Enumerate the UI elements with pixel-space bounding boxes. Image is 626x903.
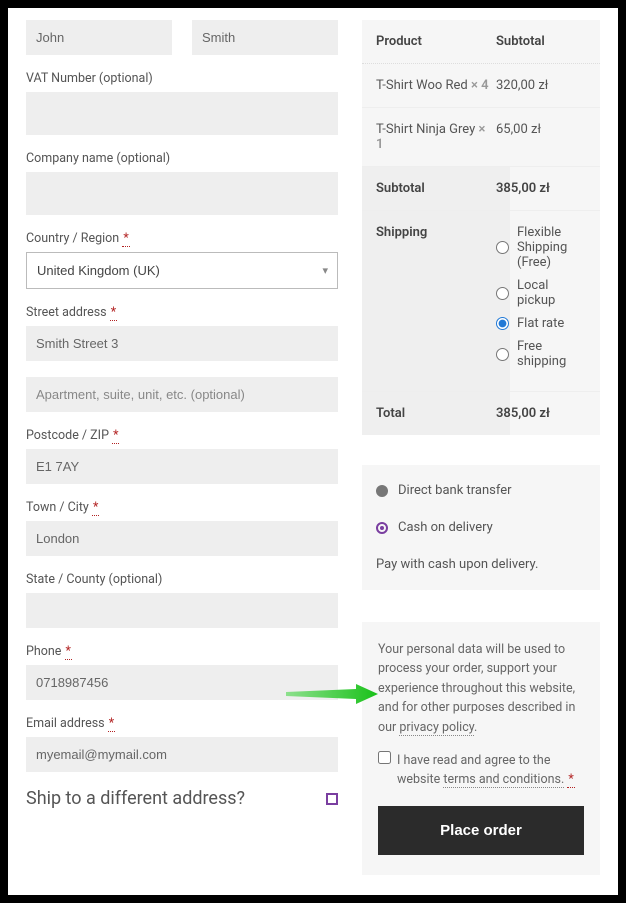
country-select[interactable]: United Kingdom (UK)	[26, 252, 338, 289]
shipping-option[interactable]: Flexible Shipping (Free)	[496, 225, 586, 270]
email-label: Email address *	[26, 716, 338, 731]
last-name-field[interactable]	[192, 20, 338, 55]
shipping-label: Shipping	[362, 211, 510, 391]
product-header: Product	[376, 34, 496, 49]
payment-description: Pay with cash upon delivery.	[376, 557, 586, 572]
ship-diff-label: Ship to a different address?	[26, 788, 245, 809]
place-order-button[interactable]: Place order	[378, 806, 584, 855]
company-field[interactable]	[26, 172, 338, 215]
payment-bank-transfer[interactable]: Direct bank transfer	[376, 483, 586, 498]
radio-icon	[376, 522, 388, 534]
product-name: T-Shirt Ninja Grey	[376, 122, 475, 137]
state-label: State / County (optional)	[26, 572, 338, 587]
product-qty: × 4	[471, 78, 489, 93]
product-subtotal: 320,00 zł	[496, 78, 586, 93]
first-name-field[interactable]	[26, 20, 172, 55]
shipping-option[interactable]: Local pickup	[496, 278, 586, 308]
postcode-field[interactable]	[26, 449, 338, 484]
country-label: Country / Region *	[26, 231, 338, 246]
street-field[interactable]	[26, 326, 338, 361]
required-mark: *	[108, 716, 115, 732]
required-mark: *	[92, 500, 99, 516]
total-value: 385,00 zł	[496, 406, 586, 421]
ship-diff-checkbox[interactable]	[326, 793, 338, 805]
phone-field[interactable]	[26, 665, 338, 700]
terms-text: I have read and agree to the website ter…	[397, 751, 584, 790]
state-field[interactable]	[26, 593, 338, 628]
shipping-option[interactable]: Flat rate	[496, 316, 586, 331]
product-name: T-Shirt Woo Red	[376, 78, 468, 93]
payment-cash-on-delivery[interactable]: Cash on delivery	[376, 520, 586, 535]
vat-label: VAT Number (optional)	[26, 71, 338, 86]
privacy-text: Your personal data will be used to proce…	[378, 640, 584, 737]
company-label: Company name (optional)	[26, 151, 338, 166]
privacy-policy-link[interactable]: privacy policy	[399, 720, 474, 736]
total-label: Total	[362, 392, 510, 435]
city-field[interactable]	[26, 521, 338, 556]
subtotal-label: Subtotal	[362, 167, 510, 210]
subtotal-header: Subtotal	[496, 34, 586, 49]
product-subtotal: 65,00 zł	[496, 122, 586, 152]
subtotal-value: 385,00 zł	[496, 181, 586, 196]
terms-checkbox[interactable]	[378, 751, 391, 764]
postcode-label: Postcode / ZIP *	[26, 428, 338, 443]
street2-field[interactable]	[26, 377, 338, 412]
required-mark: *	[110, 305, 117, 321]
phone-label: Phone *	[26, 644, 338, 659]
shipping-option[interactable]: Free shipping	[496, 339, 586, 369]
radio-icon	[376, 485, 388, 497]
vat-field[interactable]	[26, 92, 338, 135]
city-label: Town / City *	[26, 500, 338, 515]
street-label: Street address *	[26, 305, 338, 320]
email-field[interactable]	[26, 737, 338, 772]
terms-link[interactable]: terms and conditions.	[443, 772, 564, 788]
required-mark: *	[567, 772, 574, 788]
required-mark: *	[112, 428, 119, 444]
required-mark: *	[65, 644, 72, 660]
required-mark: *	[122, 231, 129, 247]
